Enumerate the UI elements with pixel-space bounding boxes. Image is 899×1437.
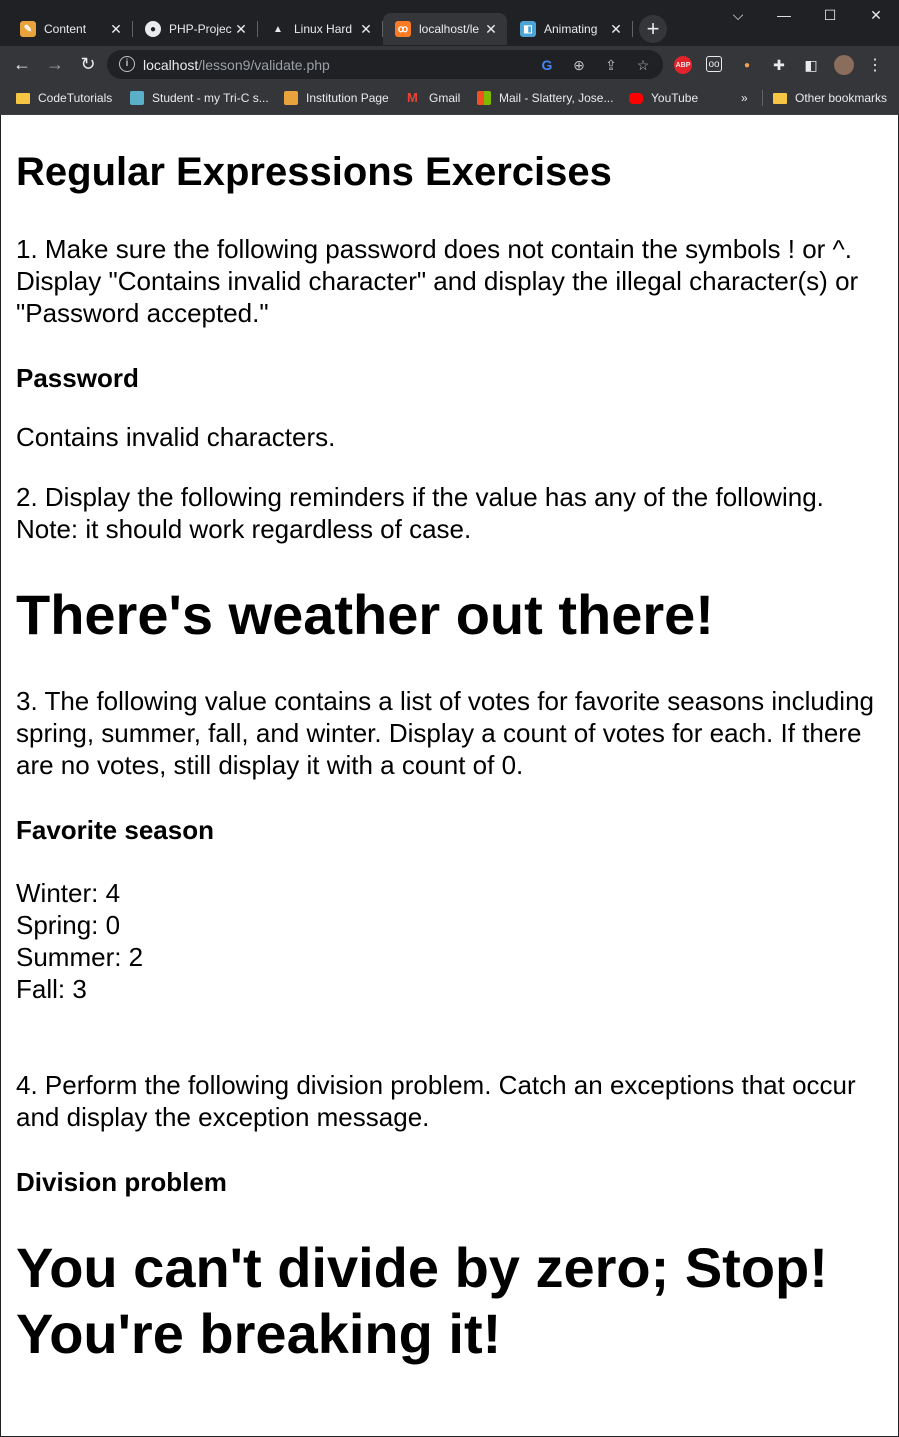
- toolbar: ← → ↻ i localhost/lesson9/validate.php G…: [0, 46, 899, 83]
- tab-label: Content: [44, 22, 87, 36]
- close-window-button[interactable]: ✕: [853, 0, 899, 30]
- bookmark-label: Mail - Slattery, Jose...: [499, 91, 614, 105]
- site-info-icon[interactable]: i: [119, 56, 135, 72]
- season-count-summer: Summer: 2: [16, 942, 144, 972]
- bookmark-divider: [762, 90, 763, 106]
- tab-label: Linux Hard: [294, 22, 353, 36]
- adblock-icon[interactable]: ABP: [674, 56, 692, 74]
- bookmark-label: YouTube: [651, 91, 699, 105]
- puzzle-icon[interactable]: ✚: [770, 56, 788, 74]
- season-count-winter: Winter: 4: [16, 878, 121, 908]
- pencil-icon: [284, 91, 298, 105]
- menu-icon[interactable]: ⋮: [866, 56, 884, 74]
- tab-label: localhost/le: [419, 22, 480, 36]
- tab-animating[interactable]: ◧ Animating ✕: [508, 13, 633, 45]
- favorite-season-heading: Favorite season: [16, 815, 214, 845]
- bookmark-codetutorials[interactable]: CodeTutorials: [16, 90, 112, 106]
- bookmarks-bar: CodeTutorials Student - my Tri-C s... In…: [0, 83, 899, 115]
- close-icon[interactable]: ✕: [108, 21, 124, 38]
- animation-icon: ◧: [520, 21, 536, 37]
- extension-icon[interactable]: oo: [706, 56, 722, 72]
- folder-icon: [773, 92, 787, 104]
- question-4: 4. Perform the following division proble…: [16, 1070, 856, 1132]
- minimize-button[interactable]: —: [761, 0, 807, 30]
- tab-content[interactable]: ✎ Content ✕: [8, 13, 133, 45]
- address-bar[interactable]: i localhost/lesson9/validate.php G ⊕ ⇪ ☆: [107, 50, 663, 79]
- pencil-icon: ✎: [20, 21, 36, 37]
- avatar[interactable]: [834, 55, 854, 75]
- microsoft-icon: [477, 91, 491, 105]
- bookmark-student[interactable]: Student - my Tri-C s...: [130, 90, 269, 106]
- folder-icon: [16, 92, 30, 104]
- page-content: Regular Expressions Exercises 1. Make su…: [1, 115, 898, 1436]
- back-icon[interactable]: ←: [10, 52, 34, 76]
- bookmark-label: Institution Page: [306, 91, 389, 105]
- url-path: /lesson9/validate.php: [198, 57, 330, 73]
- youtube-icon: [629, 92, 643, 104]
- bookmark-label: Student - my Tri-C s...: [152, 91, 269, 105]
- tab-label: PHP-Projec: [169, 22, 232, 36]
- password-result: Contains invalid characters.: [16, 422, 336, 452]
- division-result: You can't divide by zero; Stop! You're b…: [16, 1236, 828, 1365]
- share-icon[interactable]: ⇪: [601, 55, 621, 75]
- forward-icon[interactable]: →: [43, 52, 67, 76]
- page-title: Regular Expressions Exercises: [16, 150, 612, 194]
- tab-strip: ✎ Content ✕ ● PHP-Projec ✕ ▲ Linux Hard …: [8, 13, 667, 46]
- bookmark-label: CodeTutorials: [38, 91, 113, 105]
- bookmark-mail[interactable]: Mail - Slattery, Jose...: [477, 90, 613, 106]
- question-2: 2. Display the following reminders if th…: [16, 482, 824, 544]
- window-controls: ⌵ — ☐ ✕: [715, 0, 899, 30]
- tab-linux-hard[interactable]: ▲ Linux Hard ✕: [258, 13, 383, 45]
- tab-localhost[interactable]: ꝏ localhost/le ✕: [383, 13, 507, 45]
- tab-search-icon[interactable]: ⌵: [715, 0, 761, 30]
- question-1: 1. Make sure the following password does…: [16, 234, 859, 328]
- penguin-icon: ▲: [270, 21, 286, 37]
- side-panel-icon[interactable]: ◧: [802, 56, 820, 74]
- reload-icon[interactable]: ↻: [76, 52, 100, 76]
- snowflake-icon: [130, 91, 144, 105]
- url-text[interactable]: localhost/lesson9/validate.php: [143, 57, 330, 73]
- tab-php-project[interactable]: ● PHP-Projec ✕: [133, 13, 258, 45]
- bookmark-label: Gmail: [429, 91, 461, 105]
- overflow-label: »: [741, 91, 748, 105]
- close-icon[interactable]: ✕: [608, 21, 624, 38]
- bookmark-star-icon[interactable]: ☆: [633, 55, 653, 75]
- season-count-fall: Fall: 3: [16, 974, 87, 1004]
- close-icon[interactable]: ✕: [358, 21, 374, 38]
- extension-icon[interactable]: ●: [738, 56, 756, 74]
- github-icon: ●: [145, 21, 161, 37]
- close-icon[interactable]: ✕: [483, 21, 499, 38]
- google-lens-icon[interactable]: G: [537, 55, 557, 75]
- maximize-button[interactable]: ☐: [807, 0, 853, 30]
- xampp-icon: ꝏ: [395, 21, 411, 37]
- url-host: localhost: [143, 57, 199, 73]
- division-heading: Division problem: [16, 1167, 227, 1197]
- bookmarks-overflow-button[interactable]: »: [741, 90, 748, 106]
- title-bar: ✎ Content ✕ ● PHP-Projec ✕ ▲ Linux Hard …: [0, 0, 899, 46]
- tab-label: Animating: [544, 22, 598, 36]
- question-3: 3. The following value contains a list o…: [16, 686, 874, 780]
- bookmark-other[interactable]: Other bookmarks: [773, 90, 887, 106]
- weather-result: There's weather out there!: [16, 583, 714, 646]
- zoom-icon[interactable]: ⊕: [569, 55, 589, 75]
- new-tab-button[interactable]: +: [639, 15, 667, 43]
- gmail-icon: M: [407, 90, 418, 105]
- season-count-spring: Spring: 0: [16, 910, 121, 940]
- bookmark-institution[interactable]: Institution Page: [284, 90, 389, 106]
- password-heading: Password: [16, 363, 139, 393]
- close-icon[interactable]: ✕: [233, 21, 249, 38]
- bookmark-gmail[interactable]: M Gmail: [407, 90, 460, 106]
- bookmark-youtube[interactable]: YouTube: [629, 90, 698, 106]
- bookmark-label: Other bookmarks: [795, 91, 888, 105]
